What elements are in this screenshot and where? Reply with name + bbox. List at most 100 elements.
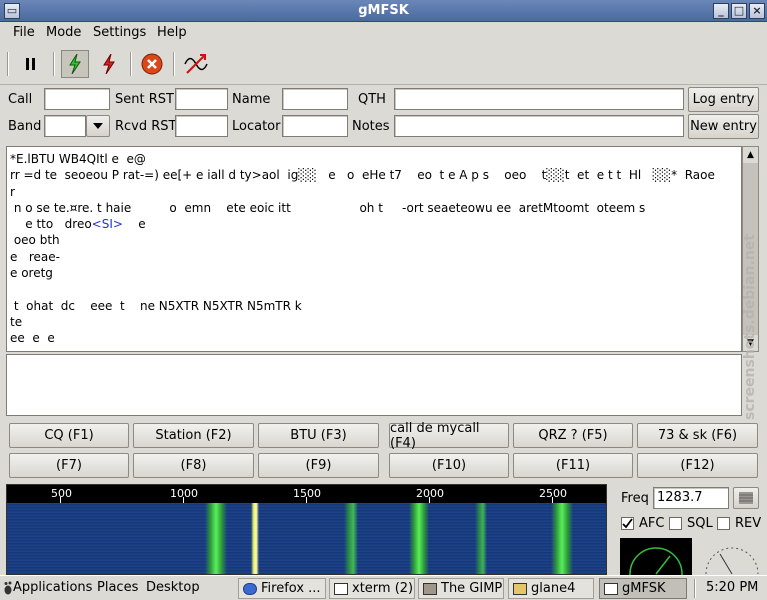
taskbar: Applications Places Desktop Firefox ... … [0, 575, 767, 600]
task-gimp[interactable]: The GIMP [418, 578, 504, 599]
waterfall-display[interactable]: 500 1000 1500 2000 2500 [6, 484, 607, 575]
toolbar [0, 45, 767, 85]
close-icon[interactable]: × [749, 3, 765, 19]
macro-f11-button[interactable]: (F11) [513, 453, 633, 478]
tx-text-area[interactable] [6, 354, 742, 416]
chevron-down-icon [93, 123, 103, 129]
pause-button[interactable] [17, 50, 45, 78]
sql-label: SQL [687, 516, 713, 531]
frequency-scale: 500 1000 1500 2000 2500 [7, 485, 606, 503]
rx-line [10, 281, 738, 297]
macro-f8-button[interactable]: (F8) [133, 453, 254, 478]
menu-mode[interactable]: Mode [46, 25, 81, 40]
call-field[interactable] [44, 88, 110, 110]
menu-file[interactable]: File [13, 25, 35, 40]
scale-label: 2000 [416, 487, 444, 500]
locator-field[interactable] [282, 115, 348, 137]
folder-icon [513, 582, 527, 595]
band-dropdown-button[interactable] [86, 115, 110, 137]
scale-label: 2500 [539, 487, 567, 500]
macro-call-de-mycall-button[interactable]: call de mycall (F4) [389, 421, 509, 451]
freq-lock-button[interactable] [733, 487, 759, 509]
gimp-icon [423, 582, 437, 595]
gnome-foot-icon [4, 581, 12, 595]
window-icon [604, 582, 618, 595]
macro-qrz-button[interactable]: QRZ ? (F5) [513, 423, 633, 448]
qth-label: QTH [358, 92, 386, 107]
band-field[interactable] [44, 115, 86, 137]
checkmark-icon [622, 518, 633, 529]
afc-checkbox[interactable] [621, 517, 634, 530]
pause-icon [26, 58, 35, 70]
menu-help[interactable]: Help [157, 25, 187, 40]
task-firefox[interactable]: Firefox ... [238, 578, 326, 599]
sql-checkbox[interactable] [669, 517, 682, 530]
grid-icon [739, 492, 753, 504]
sent-rst-field[interactable] [175, 88, 228, 110]
rx-special-token: <SI> [91, 217, 123, 232]
qth-field[interactable] [394, 88, 684, 110]
spectrum-button[interactable] [182, 50, 210, 78]
taskbar-separator [694, 579, 696, 598]
notes-label: Notes [352, 119, 390, 134]
task-label: glane4 [531, 581, 576, 596]
macro-f12-button[interactable]: (F12) [637, 453, 758, 478]
rx-line: e reae- [10, 249, 60, 264]
title-bar: ▭ gMFSK _ □ × [0, 0, 767, 22]
freq-label: Freq [621, 491, 649, 506]
task-label: xterm (2) [352, 581, 414, 596]
rx-lightning-icon [69, 54, 81, 74]
rx-text-area[interactable]: *E.lBTU WB4QItl e e@ rr =d te seoeou P ra… [6, 146, 742, 352]
rx-line: e oretg [10, 266, 53, 281]
task-glane4[interactable]: glane4 [508, 578, 594, 599]
minimize-icon[interactable]: _ [713, 3, 729, 19]
window-title: gMFSK [358, 3, 409, 18]
macro-f9-button[interactable]: (F9) [258, 453, 379, 478]
rev-checkbox[interactable] [717, 517, 730, 530]
maximize-icon[interactable]: □ [731, 3, 747, 19]
signal-trace [205, 503, 227, 574]
abort-icon [141, 53, 163, 75]
rx-line: t ohat dc eee t ne N5XTR N5XTR N5mTR k [10, 298, 302, 313]
macro-f10-button[interactable]: (F10) [389, 453, 509, 478]
log-entry-button[interactable]: Log entry [688, 87, 759, 112]
menu-settings[interactable]: Settings [93, 25, 146, 40]
menu-bar: File Mode Settings Help [0, 22, 767, 44]
macro-btu-button[interactable]: BTU (F3) [258, 423, 379, 448]
rcvd-rst-field[interactable] [175, 115, 228, 137]
rx-line-tail: e [122, 217, 146, 232]
window-icon [334, 582, 348, 595]
freq-spinbox[interactable]: 1283.7 [653, 487, 729, 509]
toolbar-separator [130, 52, 132, 76]
macro-cq-button[interactable]: CQ (F1) [9, 423, 129, 448]
rx-line: r [10, 184, 15, 199]
clock[interactable]: 5:20 PM [706, 580, 758, 595]
rx-line: oeo bth [10, 233, 60, 248]
watermark: screenshots.debian.net [742, 234, 758, 420]
name-label: Name [232, 92, 271, 107]
waterfall-image [7, 503, 606, 574]
frequency-cursor [251, 503, 259, 574]
name-field[interactable] [282, 88, 348, 110]
tx-button[interactable] [95, 50, 123, 78]
desktop-menu[interactable]: Desktop [146, 580, 200, 595]
new-entry-button[interactable]: New entry [688, 114, 759, 139]
signal-trace [475, 503, 487, 574]
places-menu[interactable]: Places [97, 580, 138, 595]
macro-station-button[interactable]: Station (F2) [133, 423, 254, 448]
signal-trace [344, 503, 358, 574]
tx-lightning-icon [103, 54, 115, 74]
rx-button[interactable] [61, 50, 89, 78]
abort-button[interactable] [138, 50, 166, 78]
task-xterm[interactable]: xterm (2) [329, 578, 415, 599]
rx-line: *E.lBTU WB4QItl e e@ [10, 152, 146, 166]
spectrum-icon [184, 54, 208, 74]
macro-f7-button[interactable]: (F7) [9, 453, 129, 478]
signal-trace [409, 503, 429, 574]
macro-73-sk-button[interactable]: 73 & sk (F6) [637, 423, 758, 448]
notes-field[interactable] [394, 115, 684, 137]
applications-menu[interactable]: Applications [13, 580, 92, 595]
task-gmfsk[interactable]: gMFSK [599, 578, 687, 599]
scale-label: 500 [51, 487, 72, 500]
scroll-up-icon[interactable]: ▲ [743, 147, 758, 163]
